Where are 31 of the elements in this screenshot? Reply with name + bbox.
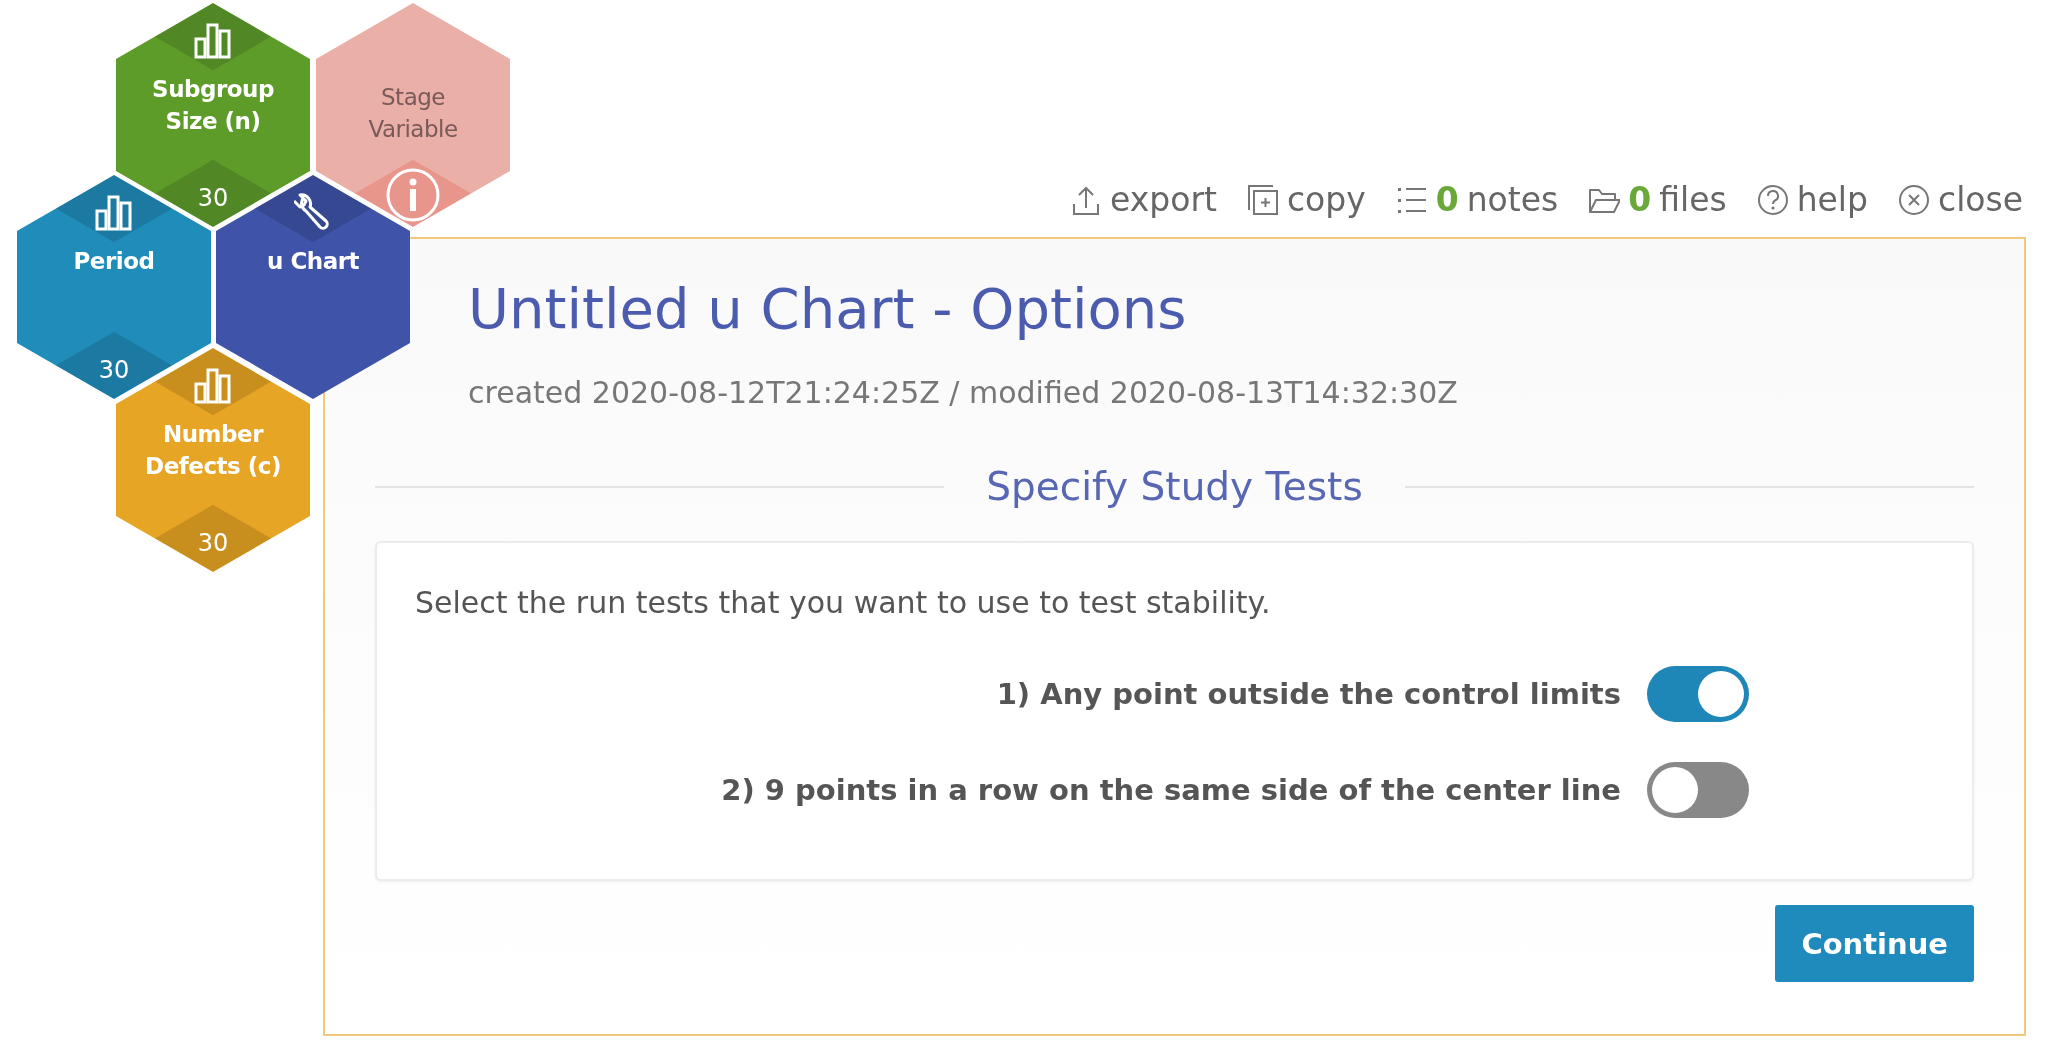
- toolbar-link[interactable]: export: [1070, 180, 1217, 219]
- count-label: 30: [196, 183, 230, 213]
- panel-title: Untitled u Chart - Options: [468, 275, 1188, 343]
- hex-label: u Chart: [266, 247, 360, 276]
- count-label: 30: [97, 355, 131, 385]
- timestamps: created 2020-08-12T21:24:25Z / modified 2020-08-13T14:32:30Z: [468, 374, 1459, 412]
- help-icon: [1756, 183, 1789, 216]
- copy-icon: [1246, 183, 1279, 216]
- info-icon: [385, 167, 441, 223]
- close-icon: [1898, 183, 1930, 216]
- hex-label: Number Defects (c): [144, 420, 282, 481]
- bar-chart-icon: [194, 366, 232, 404]
- hex-label: Stage Variable: [367, 83, 459, 144]
- toggle-switch[interactable]: [1647, 762, 1749, 818]
- continue-button[interactable]: Continue: [1775, 905, 1974, 982]
- wrench-icon: [294, 193, 332, 231]
- toolbar-link[interactable]: close: [1898, 180, 2023, 219]
- toolbar-link[interactable]: help: [1756, 180, 1868, 219]
- toolbar-link[interactable]: 0 notes: [1395, 180, 1559, 219]
- hex-label: Period: [72, 247, 156, 276]
- section-heading: Specify Study Tests: [986, 463, 1363, 511]
- toolbar-link[interactable]: 0 files: [1588, 180, 1727, 219]
- toggle-switch[interactable]: [1647, 666, 1749, 722]
- bar-chart-icon: [95, 193, 133, 231]
- hex-label: Subgroup Size (n): [151, 75, 275, 136]
- test-label: 1) Any point outside the control limits: [996, 676, 1621, 713]
- test-label: 2) 9 points in a row on the same side of the center line: [721, 772, 1621, 809]
- count-label: 30: [196, 528, 230, 558]
- bar-chart-icon: [194, 21, 232, 59]
- instructions: Select the run tests that you want to use to test stability.: [415, 584, 1272, 622]
- toolbar-link[interactable]: copy: [1246, 180, 1366, 219]
